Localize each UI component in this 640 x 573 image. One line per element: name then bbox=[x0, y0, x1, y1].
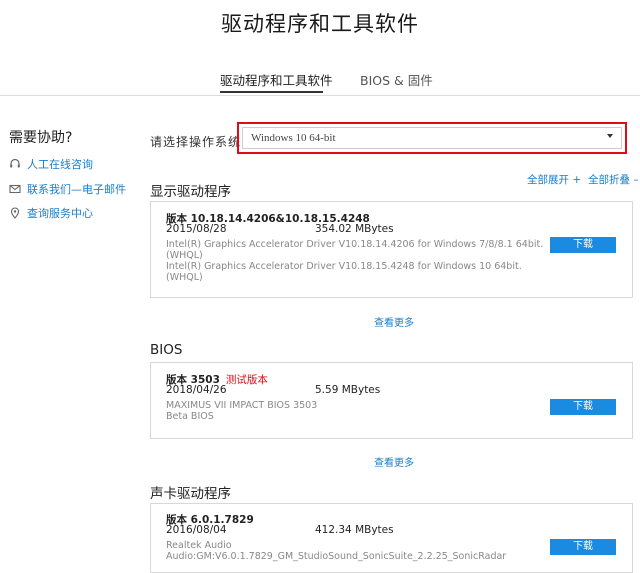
help-title: 需要协助? bbox=[9, 130, 73, 146]
tab-bios-firmware[interactable]: BIOS & 固件 bbox=[360, 70, 433, 89]
location-pin-icon bbox=[10, 207, 20, 219]
description-line: (WHQL) bbox=[166, 272, 203, 283]
driver-size: 412.34 MBytes bbox=[315, 524, 394, 536]
download-button[interactable]: 下载 bbox=[550, 539, 616, 555]
driver-card-display: 版本 10.18.14.4206&10.18.15.4248 2015/08/2… bbox=[150, 201, 633, 298]
show-more-link[interactable]: 查看更多 bbox=[374, 454, 414, 469]
help-link-live-chat[interactable]: 人工在线咨询 bbox=[9, 156, 93, 172]
description-line: MAXIMUS VII IMPACT BIOS 3503 bbox=[166, 400, 318, 411]
os-select-label: 请选择操作系统 bbox=[150, 135, 242, 149]
help-link-label: 人工在线咨询 bbox=[27, 158, 93, 171]
help-link-label: 联系我们—电子邮件 bbox=[27, 183, 126, 196]
driver-date: 2016/08/04 bbox=[166, 524, 227, 536]
download-button[interactable]: 下载 bbox=[550, 237, 616, 253]
headset-icon bbox=[10, 158, 20, 168]
page-title: 驱动程序和工具软件 bbox=[221, 12, 419, 36]
os-select-value: Windows 10 64-bit bbox=[251, 132, 336, 144]
description-line: Intel(R) Graphics Accelerator Driver V10… bbox=[166, 261, 522, 272]
active-tab-indicator bbox=[220, 91, 323, 93]
tab-bar: 驱动程序和工具软件 BIOS & 固件 bbox=[0, 70, 640, 94]
section-title-display-drivers: 显示驱动程序 bbox=[150, 184, 231, 200]
download-button[interactable]: 下载 bbox=[550, 399, 616, 415]
driver-size: 5.59 MBytes bbox=[315, 384, 381, 396]
help-link-service-center[interactable]: 查询服务中心 bbox=[9, 205, 93, 221]
driver-card-bios: 版本 3503 测试版本 2018/04/26 5.59 MBytes MAXIM… bbox=[150, 362, 633, 439]
description-line: Intel(R) Graphics Accelerator Driver V10… bbox=[166, 239, 544, 250]
driver-description: Intel(R) Graphics Accelerator Driver V10… bbox=[166, 239, 543, 283]
driver-date: 2015/08/28 bbox=[166, 223, 227, 235]
driver-description: MAXIMUS VII IMPACT BIOS 3503 Beta BIOS bbox=[166, 400, 317, 422]
section-title-bios: BIOS bbox=[150, 342, 183, 358]
section-title-audio-drivers: 声卡驱动程序 bbox=[150, 486, 231, 502]
chevron-down-icon bbox=[607, 134, 613, 138]
description-line: Beta BIOS bbox=[166, 411, 214, 422]
mail-icon bbox=[9, 184, 21, 194]
driver-card-audio: 版本 6.0.1.7829 2016/08/04 412.34 MBytes R… bbox=[150, 503, 633, 573]
expand-all-link[interactable]: 全部展开 + bbox=[527, 172, 581, 187]
help-link-label: 查询服务中心 bbox=[27, 207, 93, 220]
tab-drivers-tools[interactable]: 驱动程序和工具软件 bbox=[220, 70, 333, 89]
driver-size: 354.02 MBytes bbox=[315, 223, 394, 235]
os-select-dropdown[interactable]: Windows 10 64-bit bbox=[242, 127, 622, 149]
driver-date: 2018/04/26 bbox=[166, 384, 227, 396]
help-link-email[interactable]: 联系我们—电子邮件 bbox=[9, 181, 126, 197]
description-line: (WHQL) bbox=[166, 250, 203, 261]
description-line: Audio:GM:V6.0.1.7829_GM_StudioSound_Soni… bbox=[166, 551, 506, 562]
tab-divider bbox=[0, 95, 640, 96]
beta-badge: 测试版本 bbox=[225, 374, 268, 386]
collapse-all-link[interactable]: 全部折叠 – bbox=[588, 172, 639, 187]
description-line: Realtek Audio bbox=[166, 540, 232, 551]
driver-description: Realtek Audio Audio:GM:V6.0.1.7829_GM_St… bbox=[166, 540, 506, 562]
show-more-link[interactable]: 查看更多 bbox=[374, 314, 414, 329]
